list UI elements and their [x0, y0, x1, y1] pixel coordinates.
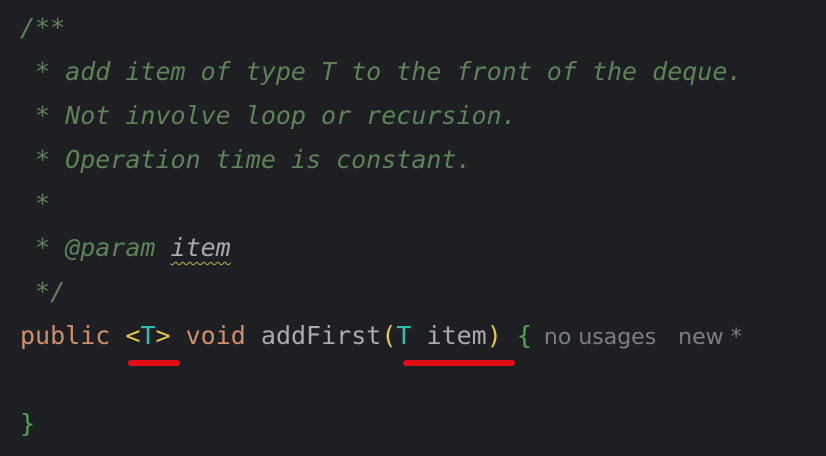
- author-inlay-hint[interactable]: new *: [678, 325, 741, 350]
- param-name[interactable]: item: [427, 321, 487, 350]
- type-param-open[interactable]: <: [125, 321, 140, 350]
- doc-comment-line-4: *: [20, 189, 51, 218]
- return-type-keyword[interactable]: void: [186, 321, 246, 350]
- param-type[interactable]: T: [396, 321, 411, 350]
- doc-comment-param-line: * @param item: [20, 226, 231, 270]
- param-annotation-underline: [403, 360, 515, 366]
- method-name[interactable]: addFirst: [261, 321, 381, 350]
- closing-brace-line[interactable]: }: [20, 402, 35, 446]
- paren-open[interactable]: (: [381, 321, 396, 350]
- code-editor[interactable]: /** * add item of type T to the front of…: [0, 0, 826, 456]
- type-parameter[interactable]: T: [140, 321, 155, 350]
- doc-param-tag: @param: [65, 233, 156, 262]
- doc-comment-open: /**: [20, 13, 66, 42]
- doc-comment-line-2: * Not involve loop or recursion.: [20, 101, 517, 130]
- doc-comment-line-1: * add item of type T to the front of the…: [20, 57, 743, 86]
- type-param-close[interactable]: >: [156, 321, 171, 350]
- brace-close[interactable]: }: [20, 409, 35, 438]
- doc-param-prefix: *: [20, 233, 66, 262]
- usages-inlay-hint[interactable]: no usages: [544, 325, 656, 350]
- doc-param-name[interactable]: item: [171, 233, 231, 262]
- modifier-keyword[interactable]: public: [20, 321, 110, 350]
- doc-comment-close: */: [20, 277, 66, 306]
- method-signature-line[interactable]: public <T> void addFirst(T item) {no usa…: [20, 314, 742, 358]
- brace-open[interactable]: {: [517, 321, 532, 350]
- doc-comment-line-3: * Operation time is constant.: [20, 145, 472, 174]
- paren-close[interactable]: ): [487, 321, 502, 350]
- type-param-annotation-underline: [128, 360, 180, 366]
